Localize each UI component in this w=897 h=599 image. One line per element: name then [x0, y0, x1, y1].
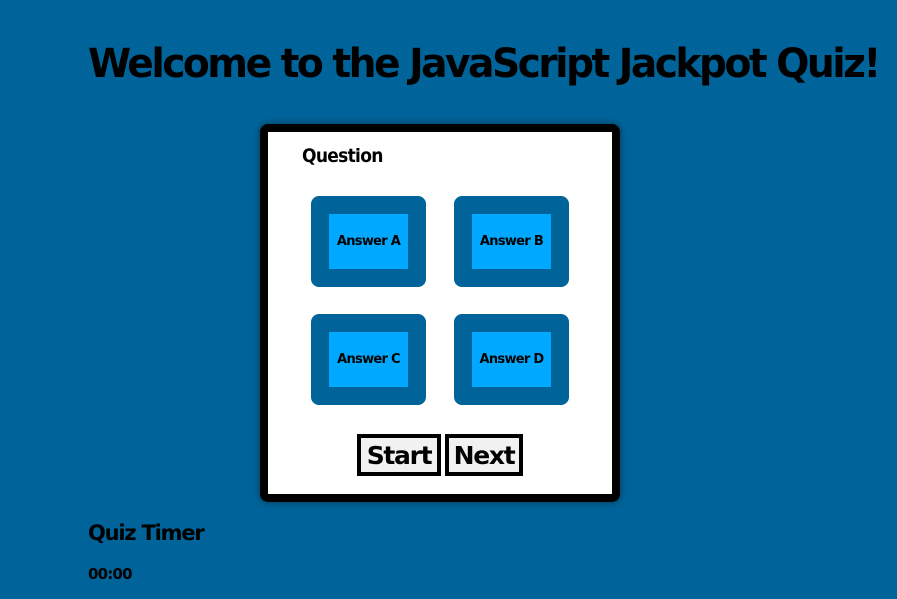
answer-a-button[interactable]: Answer A	[329, 214, 408, 269]
quiz-timer-value: 00:00	[88, 565, 133, 583]
answer-c-tile: Answer C	[311, 314, 426, 405]
answer-d-tile: Answer D	[454, 314, 569, 405]
answer-b-tile: Answer B	[454, 196, 569, 287]
answer-a-tile: Answer A	[311, 196, 426, 287]
answer-c-button[interactable]: Answer C	[329, 332, 408, 387]
next-button[interactable]: Next	[445, 434, 523, 476]
question-text: Question	[302, 145, 383, 167]
page-title: Welcome to the JavaScript Jackpot Quiz!	[88, 41, 881, 87]
quiz-timer-label: Quiz Timer	[88, 521, 205, 545]
quiz-card: Question Answer A Answer B Answer C Answ…	[260, 124, 620, 502]
answer-b-button[interactable]: Answer B	[472, 214, 551, 269]
start-button[interactable]: Start	[357, 434, 441, 476]
answer-d-button[interactable]: Answer D	[472, 332, 551, 387]
